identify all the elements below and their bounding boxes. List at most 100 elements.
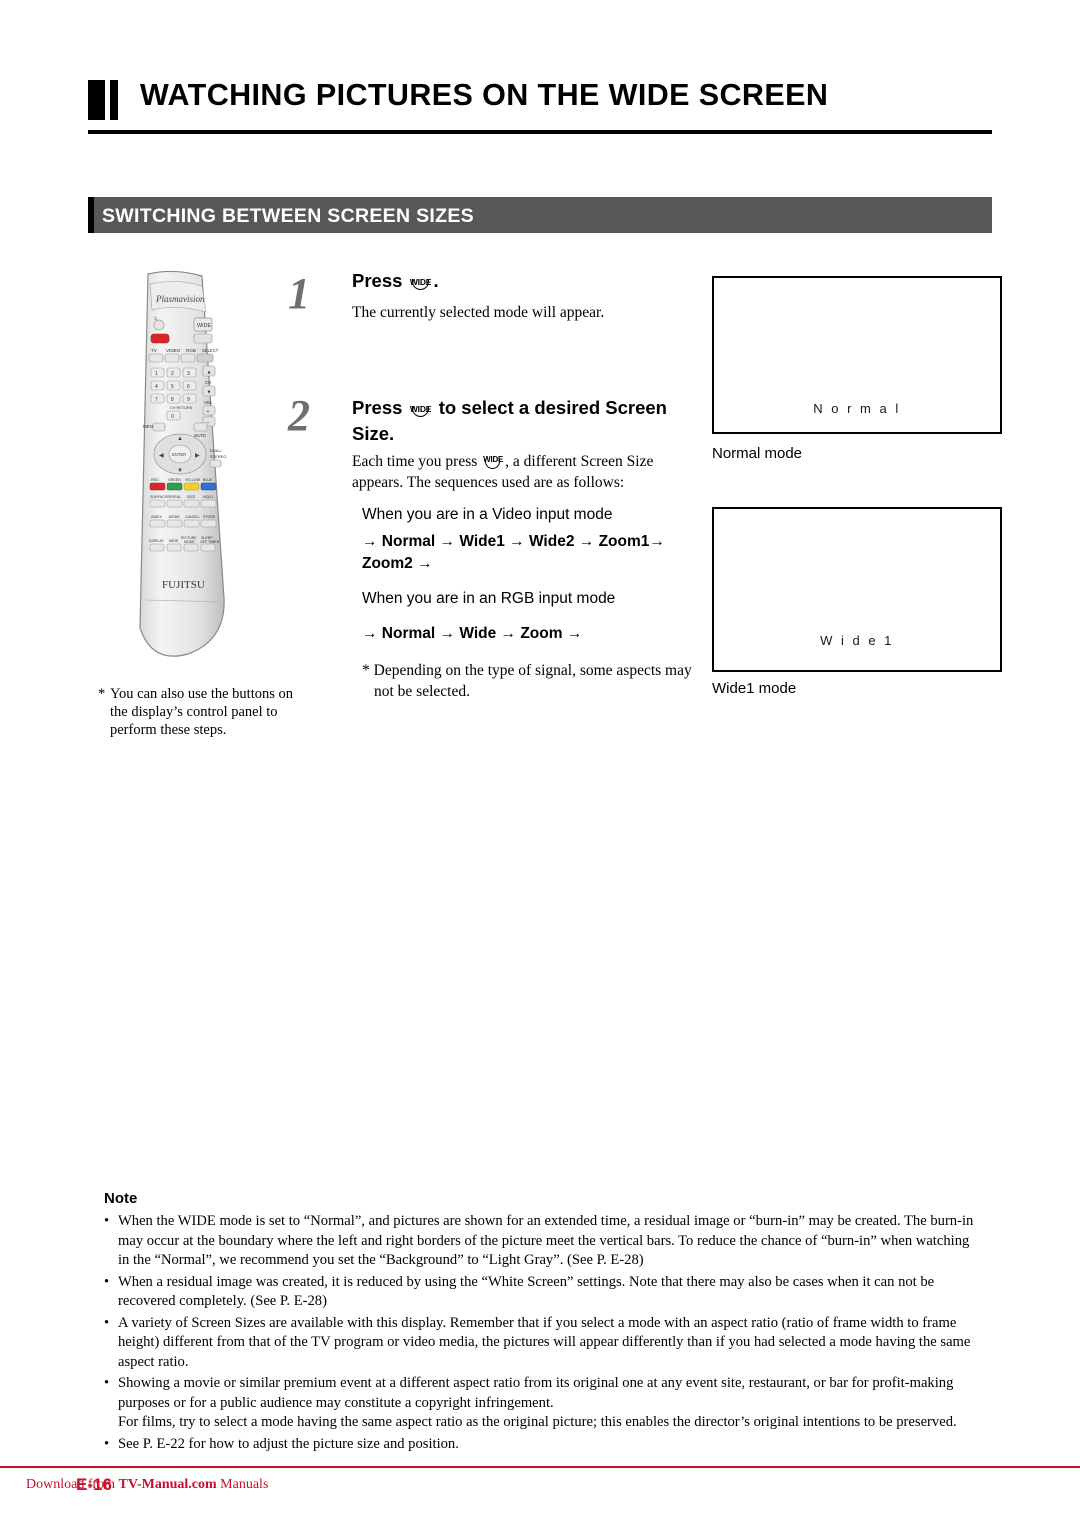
svg-text:YELLOW: YELLOW: [185, 478, 201, 482]
svg-text:Plasmavision: Plasmavision: [155, 294, 205, 304]
note-item-5: • See P. E-22 for how to adjust the pict…: [104, 1435, 984, 1455]
signal-dependency-note: * Depending on the type of signal, some …: [362, 662, 692, 700]
note-text-2: When a residual image was created, it is…: [118, 1273, 935, 1310]
note-text-3: A variety of Screen Sizes are available …: [118, 1314, 971, 1370]
svg-text:DUAL/: DUAL/: [210, 448, 223, 453]
svg-text:SELECT: SELECT: [202, 348, 219, 353]
step-1-press-label: Press: [352, 270, 403, 291]
svg-text:7: 7: [155, 397, 158, 403]
screen-preview-normal: N o r m a l: [712, 276, 1002, 434]
svg-text:MODE: MODE: [169, 515, 180, 519]
video-sequence-line-2: Zoom2 →: [362, 555, 433, 572]
step-2-body-part1: Each time you press: [352, 453, 478, 470]
svg-text:▶: ▶: [195, 453, 200, 459]
note-bullet-2: •: [104, 1273, 110, 1290]
title-accent-bar: [88, 80, 105, 120]
svg-text:RED: RED: [151, 478, 159, 482]
note-text-5: See P. E-22 for how to adjust the pictur…: [118, 1435, 459, 1452]
svg-text:FUJITSU: FUJITSU: [162, 579, 205, 591]
title-underline: [88, 130, 992, 134]
video-input-mode-label: When you are in a Video input mode: [362, 506, 613, 523]
svg-text:OFF TIMER: OFF TIMER: [200, 540, 220, 544]
svg-text:3: 3: [187, 371, 190, 377]
note-title: Note: [104, 1190, 138, 1207]
note-text-4: Showing a movie or similar premium event…: [118, 1375, 954, 1411]
footer-link-domain: TV-Manual.com: [118, 1477, 217, 1492]
svg-text:VOL: VOL: [204, 400, 213, 405]
page-title: WATCHING PICTURES ON THE WIDE SCREEN: [140, 78, 829, 112]
step-2-body: Each time you press WIDE , a different S…: [352, 450, 694, 493]
svg-text:CANCEL: CANCEL: [185, 515, 200, 519]
svg-text:▼: ▼: [207, 390, 212, 396]
step-2-press-label: Press: [352, 397, 403, 418]
svg-text:▲: ▲: [177, 436, 183, 442]
note-sub-text: For films, try to select a mode having t…: [118, 1414, 957, 1430]
svg-text:6: 6: [187, 384, 190, 390]
control-panel-footnote: * You can also use the buttons on the di…: [98, 685, 305, 739]
svg-text:MUTE: MUTE: [194, 433, 206, 438]
screen-preview-wide1: W i d e 1: [712, 507, 1002, 672]
step-1-period: .: [433, 270, 439, 291]
svg-text:▲: ▲: [207, 370, 212, 376]
svg-text:5: 5: [171, 384, 174, 390]
svg-text:4: 4: [155, 384, 158, 390]
section-header-bar: SWITCHING BETWEEN SCREEN SIZES: [88, 197, 992, 233]
footer-link-post: Manuals: [216, 1477, 269, 1492]
step-1-number: 1: [288, 269, 310, 318]
svg-text:0: 0: [171, 414, 174, 420]
svg-text:REVEAL: REVEAL: [167, 495, 181, 499]
footer-rule: [0, 1466, 1080, 1468]
screen-preview-normal-label: N o r m a l: [813, 401, 901, 416]
svg-text:VIDEO: VIDEO: [166, 348, 181, 353]
step-1-body: The currently selected mode will appear.: [352, 304, 605, 321]
svg-text:RGB: RGB: [186, 348, 196, 353]
svg-text:TV: TV: [151, 348, 158, 353]
screen-caption-normal: Normal mode: [712, 445, 803, 462]
step-2-number: 2: [288, 391, 310, 440]
screen-caption-wide1: Wide1 mode: [712, 680, 797, 697]
note-bullet-5: •: [104, 1435, 110, 1452]
video-sequence-line-1: → Normal → Wide1 → Wide2 → Zoom1→: [362, 533, 665, 550]
rgb-sequence: → Normal → Wide → Zoom →: [362, 625, 583, 642]
footnote-text: You can also use the buttons on the disp…: [110, 686, 293, 738]
svg-text:8: 8: [171, 397, 174, 403]
note-item-3: • A variety of Screen Sizes are availabl…: [104, 1314, 984, 1373]
footnote-star: *: [98, 686, 106, 702]
wide-button-icon-3: WIDE: [481, 450, 505, 470]
step-1-heading: Press WIDE .: [352, 268, 682, 294]
svg-text:9: 9: [187, 397, 190, 403]
page-header: WATCHING PICTURES ON THE WIDE SCREEN: [88, 78, 992, 126]
screen-preview-wide1-label: W i d e 1: [820, 633, 894, 648]
svg-text:INDEX: INDEX: [151, 515, 163, 519]
wide-button-icon: WIDE: [408, 270, 434, 292]
svg-text:STORE: STORE: [203, 515, 216, 519]
note-text-1: When the WIDE mode is set to “Normal”, a…: [118, 1213, 974, 1268]
svg-text:▼: ▼: [177, 468, 183, 474]
svg-text:STEREO: STEREO: [210, 454, 226, 459]
footer-download-link[interactable]: Download from TV-Manual.com Manuals: [26, 1477, 268, 1493]
svg-text:HOLD: HOLD: [203, 495, 213, 499]
svg-text:DISPLAY: DISPLAY: [149, 539, 165, 543]
svg-text:BLUE: BLUE: [203, 478, 213, 482]
svg-text:SURFACE: SURFACE: [150, 495, 168, 499]
remote-control-illustration: Plasmavision ⏻ WIDE TV VIDEO RGB SELECT …: [118, 268, 250, 668]
svg-text:1: 1: [155, 371, 158, 377]
svg-text:◀: ◀: [159, 453, 164, 459]
step-2-heading: Press WIDE to select a desired Screen Si…: [352, 395, 700, 447]
svg-text:WIDE: WIDE: [197, 323, 211, 329]
note-list: • When the WIDE mode is set to “Normal”,…: [104, 1212, 984, 1456]
svg-text:+: +: [207, 409, 210, 415]
svg-text:SIZE: SIZE: [187, 495, 196, 499]
section-title: SWITCHING BETWEEN SCREEN SIZES: [102, 205, 474, 227]
note-bullet-4: •: [104, 1375, 110, 1391]
svg-text:2: 2: [171, 371, 174, 377]
note-bullet-1: •: [104, 1213, 110, 1229]
svg-text:MODE: MODE: [184, 540, 195, 544]
rgb-input-mode-label: When you are in an RGB input mode: [362, 590, 616, 607]
note-item-4: • Showing a movie or similar premium eve…: [104, 1374, 984, 1433]
page-number: E-16: [76, 1475, 112, 1494]
svg-text:GREEN: GREEN: [168, 478, 181, 482]
svg-text:CH RETURN: CH RETURN: [170, 406, 193, 410]
note-bullet-3: •: [104, 1314, 110, 1331]
svg-text:CH: CH: [205, 380, 211, 385]
